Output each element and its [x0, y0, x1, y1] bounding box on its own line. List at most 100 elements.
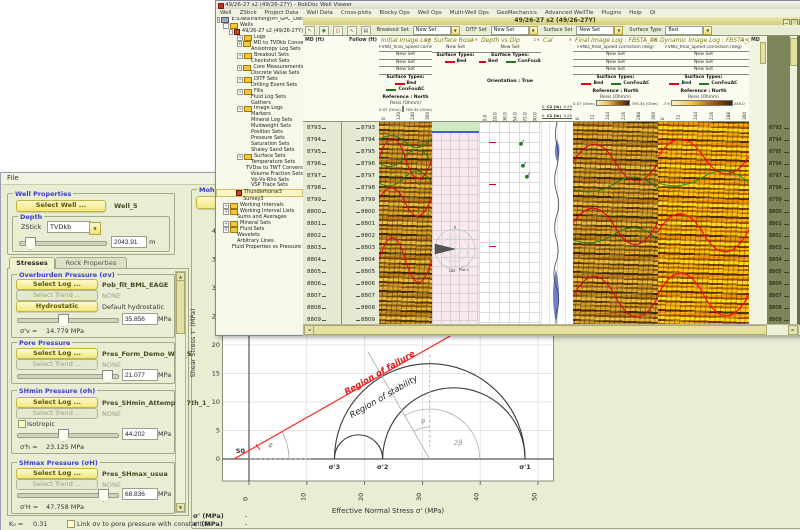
mini-scrollbar-thumb[interactable]: [760, 42, 766, 64]
tree-expand-icon[interactable]: [223, 239, 228, 244]
final-image-display[interactable]: [573, 122, 658, 325]
menu-item[interactable]: Well: [216, 9, 236, 17]
pore-slider-thumb[interactable]: [102, 370, 113, 383]
shmax-select-log-button[interactable]: Select Log ...: [16, 468, 98, 479]
hydrostatic-button[interactable]: Hydrostatic: [16, 301, 98, 312]
ditf-set-select[interactable]: New Set: [491, 26, 529, 35]
initial-track-title[interactable]: ↕✕Initial Image Log: [379, 36, 432, 45]
tree-expand-icon[interactable]: [237, 142, 242, 147]
rose-track-title[interactable]: ↕✕Surface Rose: [432, 36, 479, 45]
menu-item[interactable]: Blocky Ops: [375, 9, 413, 17]
tree-expand-icon[interactable]: [237, 83, 242, 88]
depth-value-input[interactable]: [111, 236, 147, 248]
tree-expand-icon[interactable]: [237, 131, 242, 136]
tree-expand-icon[interactable]: [237, 47, 242, 52]
final-track-title[interactable]: ↕✕Final Image Log : FBSTA_08Z: [573, 36, 658, 45]
tree-expand-icon[interactable]: [237, 137, 242, 142]
tree-expand-icon[interactable]: [217, 17, 220, 23]
shmin-slider[interactable]: [17, 433, 119, 438]
tree-item[interactable]: Fluid Properties vs Pressure Sets: [216, 245, 303, 251]
depth-slider[interactable]: [19, 241, 107, 246]
new-set-selector[interactable]: New Set: [573, 67, 658, 75]
new-set-selector[interactable]: New Set: [379, 52, 432, 60]
scroll-right-icon[interactable]: ►: [788, 325, 798, 335]
menu-item[interactable]: Well Data: [302, 9, 336, 17]
file-menu[interactable]: File: [1, 173, 25, 183]
depth-slider-thumb[interactable]: [25, 237, 36, 250]
tree-expand-icon[interactable]: [237, 101, 242, 106]
pore-value-input[interactable]: [122, 369, 158, 381]
tree-expand-icon[interactable]: [237, 71, 242, 76]
breakout-set-select[interactable]: New Set: [413, 26, 451, 35]
link-sv-checkbox[interactable]: [67, 520, 75, 528]
shmax-slider[interactable]: [17, 493, 119, 498]
horizontal-scrollbar-thumb[interactable]: [313, 325, 767, 335]
menu-item[interactable]: ZStick: [236, 9, 261, 17]
rose-display[interactable]: 0 180 Plot 1: [432, 122, 479, 325]
new-set-selector[interactable]: New Set: [658, 60, 749, 68]
tree-expand-icon[interactable]: [237, 95, 242, 100]
shmax-value-input[interactable]: [122, 488, 158, 500]
pore-select-trend-button[interactable]: Select Trend ...: [16, 359, 98, 370]
C1 (in)[interactable]: 0C1 (in)0.25: [542, 110, 572, 119]
tree-expand-icon[interactable]: [237, 148, 242, 153]
menu-item[interactable]: GeoMechanics: [493, 9, 541, 17]
cal-display[interactable]: [541, 122, 573, 325]
tree-expand-icon[interactable]: [223, 227, 229, 233]
panel-scrollbar[interactable]: ▲ ▼: [175, 271, 186, 513]
panel-scrollbar-thumb[interactable]: [176, 280, 185, 334]
overburden-value-input[interactable]: [122, 313, 158, 325]
tree-expand-icon[interactable]: [237, 154, 243, 160]
surface-type-select[interactable]: Bed: [665, 26, 703, 35]
shmin-slider-thumb[interactable]: [58, 429, 69, 442]
pore-select-log-button[interactable]: Select Log ...: [16, 348, 98, 359]
tree-expand-icon[interactable]: [237, 172, 241, 177]
surface-set-select[interactable]: New Set: [576, 26, 614, 35]
tree-expand-icon[interactable]: [237, 119, 242, 124]
tree-expand-icon[interactable]: [237, 59, 242, 64]
tree-expand-icon[interactable]: [229, 198, 234, 203]
select-well-button[interactable]: Select Well ...: [16, 200, 106, 212]
new-set-selector[interactable]: New Set: [479, 45, 541, 53]
surface-type-dropdown-icon[interactable]: ▼: [703, 26, 712, 35]
new-set-selector[interactable]: New Set: [573, 60, 658, 68]
C2 (in)[interactable]: 0C2 (in)0.25: [542, 101, 572, 110]
new-set-selector[interactable]: New Set: [379, 60, 432, 68]
menu-item[interactable]: Help: [625, 9, 646, 17]
tree-expand-icon[interactable]: [237, 160, 242, 165]
tree-expand-icon[interactable]: [237, 113, 242, 118]
tree-expand-icon[interactable]: [237, 77, 243, 83]
new-set-selector[interactable]: New Set: [658, 67, 749, 75]
tree-expand-icon[interactable]: [229, 29, 233, 35]
zstick-dropdown-icon[interactable]: ▼: [89, 222, 101, 235]
track-controls-icon[interactable]: ↕✕: [533, 37, 540, 42]
tree-expand-icon[interactable]: [223, 209, 229, 215]
tree-expand-icon[interactable]: [237, 184, 242, 189]
overburden-slider[interactable]: [17, 318, 119, 323]
tree-expand-icon[interactable]: [237, 41, 242, 47]
tree-expand-icon[interactable]: [237, 178, 242, 183]
tree-expand-icon[interactable]: [237, 125, 242, 130]
tree-expand-icon[interactable]: [223, 216, 228, 221]
menu-item[interactable]: Project Data: [261, 9, 303, 17]
new-set-selector[interactable]: New Set: [379, 67, 432, 75]
menu-item[interactable]: Well Ops: [414, 9, 446, 17]
tree-expand-icon[interactable]: [237, 53, 243, 59]
tree-expand-icon[interactable]: [237, 89, 243, 95]
dynamic-track-title[interactable]: ↕✕Dynamic Image Log : FBSTA_08L: [658, 36, 749, 45]
new-set-selector[interactable]: New Set: [573, 52, 658, 60]
initial-image-display[interactable]: [379, 122, 432, 325]
track-horizontal-scrollbar[interactable]: ◄ ►: [303, 324, 799, 336]
ditf-dropdown-icon[interactable]: ▼: [529, 26, 538, 35]
surface-set-dropdown-icon[interactable]: ▼: [614, 26, 623, 35]
shmin-value-input[interactable]: [122, 428, 158, 440]
pore-slider[interactable]: [17, 374, 119, 379]
tree-expand-icon[interactable]: [237, 65, 242, 71]
shmax-slider-thumb[interactable]: [98, 489, 109, 502]
shmin-select-log-button[interactable]: Select Log ...: [16, 397, 98, 408]
zstick-select[interactable]: TVDkb: [47, 221, 91, 233]
shmax-select-trend-button[interactable]: Select Trend ...: [16, 479, 98, 490]
breakout-dropdown-icon[interactable]: ▼: [451, 26, 460, 35]
shmin-select-trend-button[interactable]: Select Trend ...: [16, 408, 98, 419]
tree-expand-icon[interactable]: [223, 234, 228, 239]
